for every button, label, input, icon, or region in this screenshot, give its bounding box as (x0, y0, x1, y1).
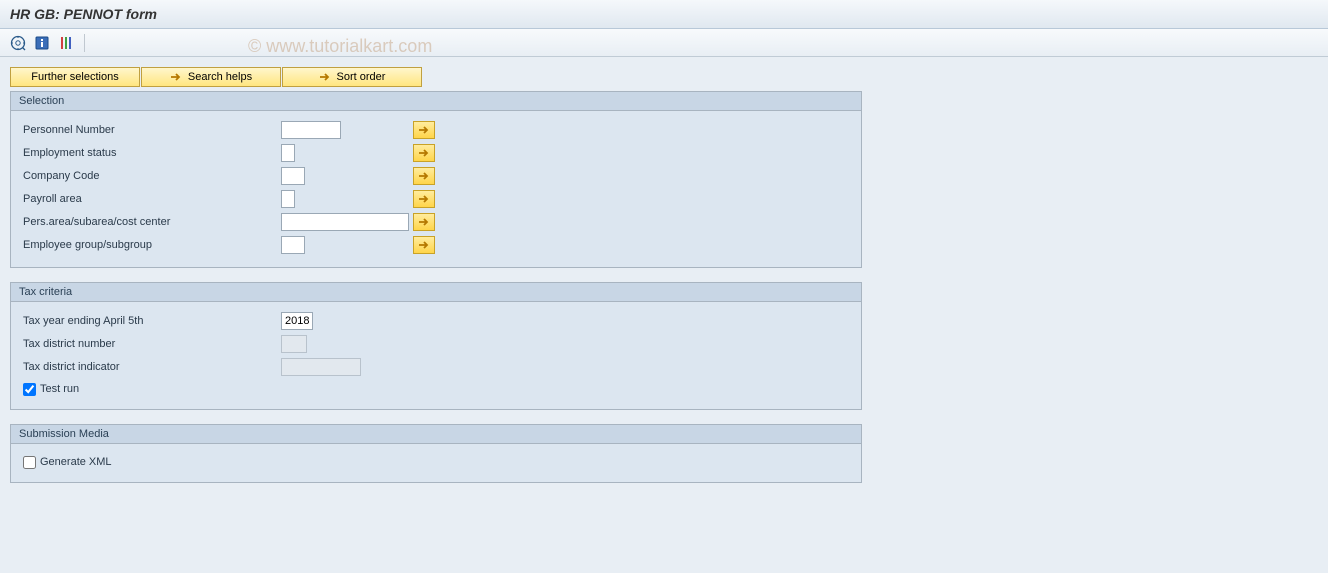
application-toolbar (0, 29, 1328, 57)
personnel-number-range-button[interactable] (413, 121, 435, 139)
tax-criteria-panel-header: Tax criteria (11, 283, 861, 302)
employment-status-row: Employment status (21, 142, 851, 164)
pers-area-range-button[interactable] (413, 213, 435, 231)
company-code-input[interactable] (281, 167, 305, 185)
info-icon[interactable] (34, 35, 50, 51)
further-selections-label: Further selections (31, 71, 118, 83)
test-run-label: Test run (40, 383, 79, 395)
selection-panel-header: Selection (11, 92, 861, 111)
content-area: Further selections Search helps Sort ord… (0, 57, 1328, 573)
arrow-right-icon (170, 71, 182, 83)
tax-year-label: Tax year ending April 5th (21, 315, 281, 327)
page-title: HR GB: PENNOT form (10, 6, 157, 22)
variant-icon[interactable] (58, 35, 74, 51)
pers-area-input[interactable] (281, 213, 409, 231)
employment-status-range-button[interactable] (413, 144, 435, 162)
generate-xml-label: Generate XML (40, 456, 112, 468)
payroll-area-input[interactable] (281, 190, 295, 208)
pers-area-row: Pers.area/subarea/cost center (21, 211, 851, 233)
sort-order-button[interactable]: Sort order (282, 67, 422, 87)
tax-district-indicator-label: Tax district indicator (21, 361, 281, 373)
arrow-right-icon (319, 71, 331, 83)
employee-group-range-button[interactable] (413, 236, 435, 254)
tax-district-indicator-row: Tax district indicator (21, 356, 851, 378)
sort-order-label: Sort order (337, 71, 386, 83)
search-helps-button[interactable]: Search helps (141, 67, 281, 87)
employment-status-label: Employment status (21, 147, 281, 159)
submission-media-panel-body: Generate XML (11, 444, 861, 482)
tax-district-number-label: Tax district number (21, 338, 281, 350)
further-selections-button[interactable]: Further selections (10, 67, 140, 87)
generate-xml-checkbox[interactable] (23, 456, 36, 469)
selection-panel-body: Personnel Number Employment status Compa… (11, 111, 861, 267)
toolbar-separator (84, 34, 85, 52)
payroll-area-row: Payroll area (21, 188, 851, 210)
tax-district-number-input (281, 335, 307, 353)
tax-year-input[interactable] (281, 312, 313, 330)
personnel-number-input[interactable] (281, 121, 341, 139)
tax-district-number-row: Tax district number (21, 333, 851, 355)
test-run-row: Test run (21, 379, 851, 399)
company-code-label: Company Code (21, 170, 281, 182)
selection-panel: Selection Personnel Number Employment st… (10, 91, 862, 268)
generate-xml-row: Generate XML (21, 452, 851, 472)
employee-group-input[interactable] (281, 236, 305, 254)
title-bar: HR GB: PENNOT form (0, 0, 1328, 29)
personnel-number-label: Personnel Number (21, 124, 281, 136)
employment-status-input[interactable] (281, 144, 295, 162)
payroll-area-range-button[interactable] (413, 190, 435, 208)
execute-icon[interactable] (10, 35, 26, 51)
test-run-checkbox[interactable] (23, 383, 36, 396)
personnel-number-row: Personnel Number (21, 119, 851, 141)
company-code-row: Company Code (21, 165, 851, 187)
search-helps-label: Search helps (188, 71, 252, 83)
payroll-area-label: Payroll area (21, 193, 281, 205)
submission-media-panel: Submission Media Generate XML (10, 424, 862, 483)
tax-criteria-panel-body: Tax year ending April 5th Tax district n… (11, 302, 861, 409)
employee-group-label: Employee group/subgroup (21, 239, 281, 251)
tax-year-row: Tax year ending April 5th (21, 310, 851, 332)
tax-criteria-panel: Tax criteria Tax year ending April 5th T… (10, 282, 862, 410)
company-code-range-button[interactable] (413, 167, 435, 185)
selection-buttons-row: Further selections Search helps Sort ord… (10, 67, 1318, 87)
submission-media-panel-header: Submission Media (11, 425, 861, 444)
employee-group-row: Employee group/subgroup (21, 234, 851, 256)
tax-district-indicator-input (281, 358, 361, 376)
pers-area-label: Pers.area/subarea/cost center (21, 216, 281, 228)
